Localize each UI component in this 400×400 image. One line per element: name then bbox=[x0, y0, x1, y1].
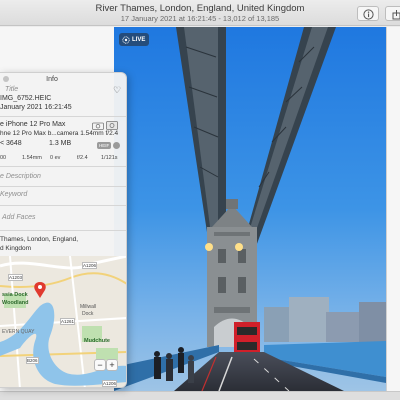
lens-text: hne 12 Pro Max b...camera 1.54mm f/2.4 bbox=[0, 130, 119, 137]
info-panel-header: Info bbox=[0, 73, 126, 85]
format-badge: HEIF bbox=[97, 142, 112, 149]
live-photo-badge[interactable]: LIVE bbox=[119, 33, 150, 46]
divider bbox=[0, 166, 126, 167]
filename-text: IMG_6752.HEIC bbox=[0, 95, 52, 102]
share-button[interactable] bbox=[385, 6, 400, 21]
location-dot-icon bbox=[113, 142, 120, 149]
stat-exposure: 0 ev bbox=[50, 155, 61, 161]
dimensions-text: < 3648 bbox=[0, 140, 22, 147]
divider bbox=[0, 205, 126, 206]
map-label-woodland: Woodland bbox=[2, 300, 29, 306]
info-button[interactable] bbox=[357, 6, 379, 21]
map-label-millwall: Millwall bbox=[80, 304, 97, 310]
camera-model-text: e iPhone 12 Pro Max bbox=[0, 121, 66, 128]
live-photo-icon bbox=[122, 35, 130, 44]
map-label-dock: Dock bbox=[82, 311, 94, 317]
map-zoom-in-button[interactable]: + bbox=[106, 359, 118, 371]
location-line-1: Thames, London, England, bbox=[0, 236, 79, 243]
map-road-a1206-bottom: A1206 bbox=[102, 380, 118, 387]
favorite-heart-icon[interactable]: ♡ bbox=[113, 85, 121, 96]
live-label: LIVE bbox=[132, 36, 146, 43]
info-panel-title: Info bbox=[46, 76, 58, 83]
map-zoom-out-button[interactable]: − bbox=[94, 359, 106, 371]
capture-date-text: January 2021 16:21:45 bbox=[0, 104, 72, 111]
title-field[interactable]: Title bbox=[5, 86, 18, 93]
title-bar: River Thames, London, England, United Ki… bbox=[0, 0, 400, 26]
map-road-a1261: A1261 bbox=[60, 318, 76, 325]
info-icon bbox=[363, 9, 374, 20]
stat-focal-length: 1.54mm bbox=[22, 155, 42, 161]
add-faces-field[interactable]: Add Faces bbox=[2, 214, 35, 221]
window-subtitle: 17 January 2021 at 16:21:45 - 13,012 of … bbox=[120, 14, 280, 23]
map-road-a1203: A1203 bbox=[8, 274, 24, 281]
map-label-mudchute: Mudchute bbox=[84, 338, 110, 344]
filesize-text: 1.3 MB bbox=[49, 140, 72, 147]
map-label-surrey-dock: ssia Dock bbox=[2, 292, 28, 298]
window-title: River Thames, London, England, United Ki… bbox=[95, 3, 305, 14]
info-panel: Info ♡ Title IMG_6752.HEIC January 2021 … bbox=[0, 72, 127, 388]
location-line-2: d Kingdom bbox=[0, 245, 32, 252]
stat-aperture: f/2.4 bbox=[77, 155, 88, 161]
map-label-quay: EVERN QUAY bbox=[2, 329, 35, 335]
divider bbox=[0, 116, 126, 117]
description-field[interactable]: e Description bbox=[0, 173, 41, 180]
divider bbox=[0, 230, 126, 231]
photos-window: River Thames, London, England, United Ki… bbox=[0, 0, 400, 400]
bottom-bar bbox=[0, 391, 400, 400]
divider bbox=[0, 186, 126, 187]
camera-icon bbox=[92, 122, 104, 130]
keyword-field[interactable]: Keyword bbox=[0, 191, 27, 198]
stat-iso: 00 bbox=[0, 155, 7, 161]
map-road-b206: B206 bbox=[26, 357, 39, 364]
share-icon bbox=[392, 10, 400, 20]
photo-view[interactable] bbox=[114, 27, 386, 391]
raw-format-icon bbox=[106, 121, 118, 130]
right-background-pane bbox=[386, 27, 400, 391]
tower-bridge-photo bbox=[114, 27, 386, 391]
map-road-a1206-top: A1206 bbox=[82, 262, 98, 269]
stat-shutter: 1/121s bbox=[101, 155, 118, 161]
